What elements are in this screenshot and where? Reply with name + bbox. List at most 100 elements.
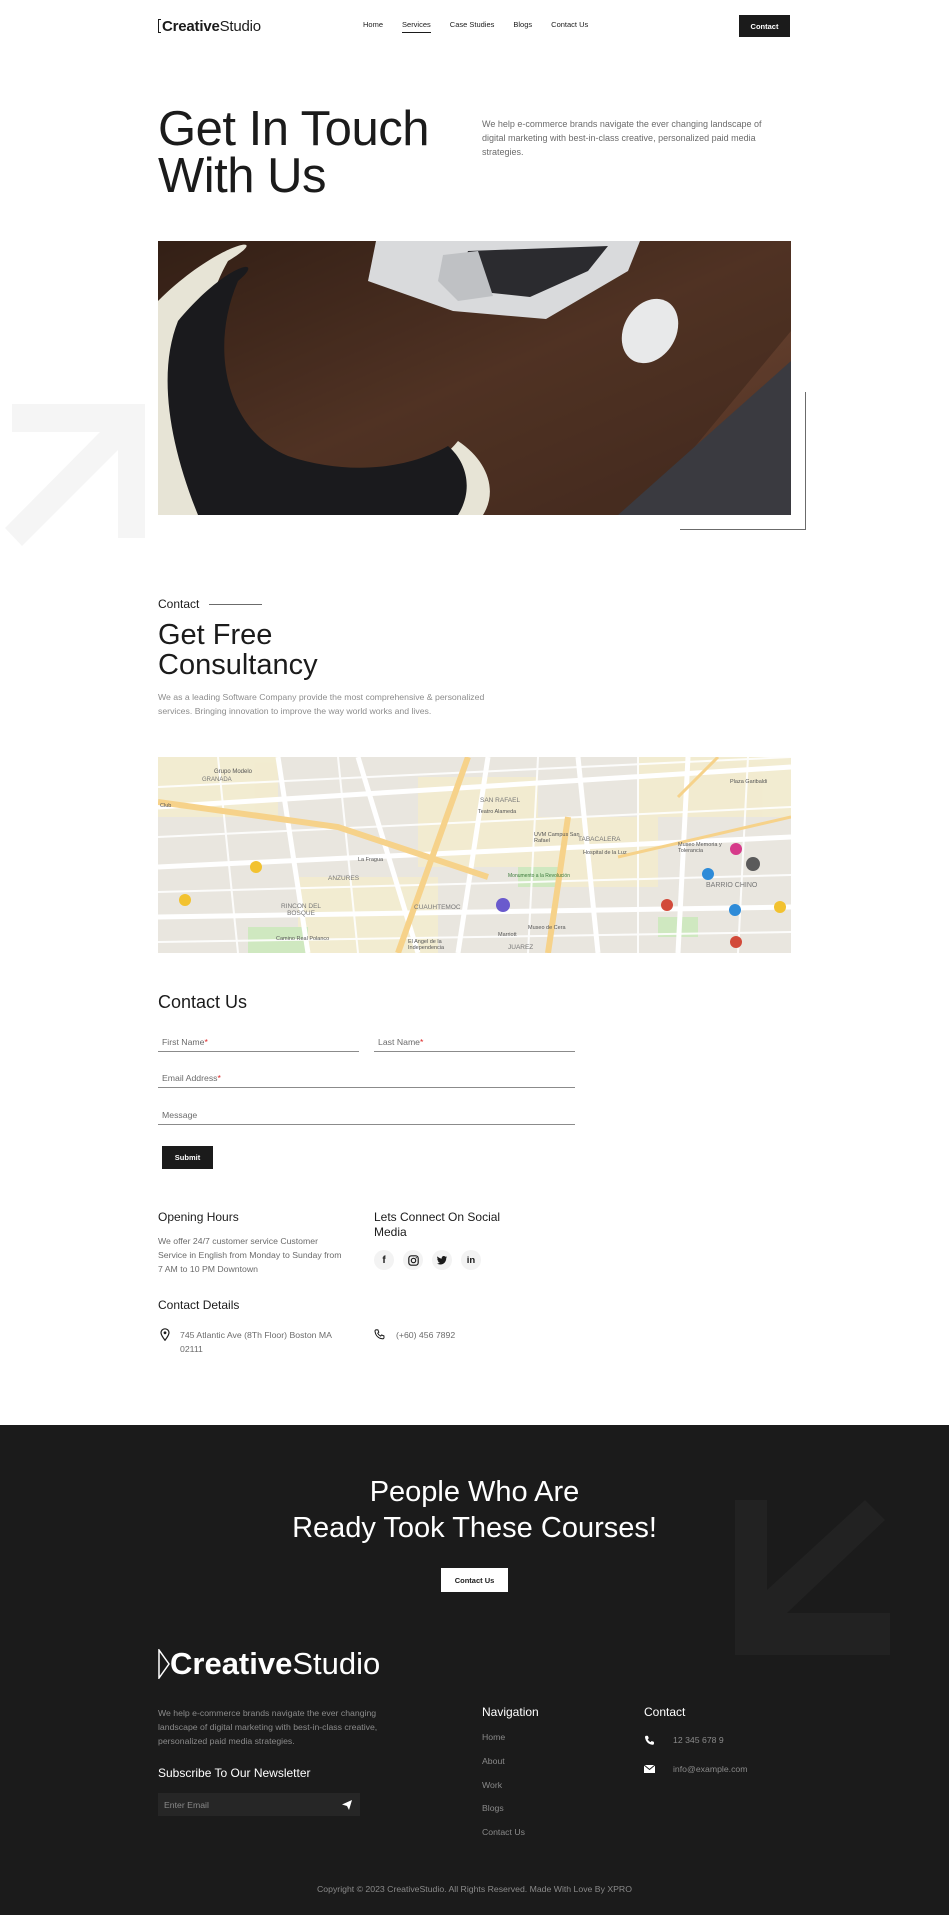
nav-case-studies[interactable]: Case Studies — [450, 20, 495, 33]
map-label: GRANADA — [202, 777, 232, 783]
footer-nav-about[interactable]: About — [482, 1756, 505, 1766]
page: CreativeStudio Home Services Case Studie… — [0, 0, 949, 1915]
map-label: La Fragua — [358, 857, 384, 863]
map-label: CUAUHTEMOC — [414, 904, 461, 911]
map-label: Hospital de la Luz — [583, 850, 627, 856]
eyebrow-line — [209, 603, 263, 605]
footer-phone-text[interactable]: 12 345 678 9 — [673, 1735, 724, 1745]
map-label: BARRIO CHINO — [706, 882, 758, 889]
map-roads — [158, 757, 791, 953]
map-label: UVM Campus San Rafael — [534, 832, 580, 844]
opening-hours-text: We offer 24/7 customer service Customer … — [158, 1236, 342, 1274]
footer-cta-title: People Who Are Ready Took These Courses! — [0, 1474, 949, 1546]
hero-title: Get In Touch With Us — [158, 102, 429, 203]
newsletter-form: Enter Email — [158, 1793, 360, 1816]
nav-services[interactable]: Services — [402, 20, 431, 33]
linkedin-icon[interactable]: in — [461, 1250, 481, 1270]
required-mark: * — [204, 1037, 208, 1047]
newsletter-title: Subscribe To Our Newsletter — [158, 1766, 311, 1780]
footer-nav-contact-us[interactable]: Contact Us — [482, 1827, 525, 1837]
hero-description: We help e-commerce brands navigate the e… — [482, 119, 762, 157]
contact-form-title: Contact Us — [158, 992, 248, 1012]
message-field[interactable]: Message — [158, 1110, 575, 1125]
consultancy-eyebrow: Contact — [158, 597, 263, 611]
consultancy-title: Get Free Consultancy — [158, 620, 318, 680]
map-label: Museo Memoria y Tolerancia — [678, 842, 722, 854]
nav-blogs[interactable]: Blogs — [513, 20, 532, 33]
consultancy-title-line2: Consultancy — [158, 649, 318, 681]
map-label: ANZURES — [328, 875, 360, 882]
footer-cta-line1: People Who Are — [369, 1476, 580, 1508]
footer-contact-button[interactable]: Contact Us — [441, 1568, 508, 1592]
map-label: El Angel de la Independencia — [408, 939, 445, 951]
map-label: Grupo Modelo — [214, 769, 253, 775]
footer-nav-home[interactable]: Home — [482, 1732, 505, 1742]
logo-bold-text: Creative — [162, 18, 220, 35]
map-label: JUAREZ — [508, 944, 534, 951]
logo-light-text: Studio — [219, 18, 262, 35]
nav-contact-us[interactable]: Contact Us — [551, 20, 588, 33]
footer-nav-blogs[interactable]: Blogs — [482, 1803, 504, 1813]
facebook-icon[interactable]: f — [374, 1250, 394, 1270]
message-placeholder: Message — [162, 1110, 198, 1120]
consultancy-title-line1: Get Free — [158, 619, 273, 651]
map-label: Plaza Garibaldi — [730, 779, 768, 785]
footer-contact-title: Contact — [644, 1705, 686, 1719]
footer-logo-bold: Creative — [170, 1646, 293, 1681]
first-name-field[interactable]: First Name* — [158, 1037, 359, 1052]
first-name-placeholder: First Name — [162, 1037, 205, 1047]
newsletter-email-input[interactable]: Enter Email — [164, 1800, 209, 1810]
footer-cta-line2: Ready Took These Courses! — [292, 1512, 657, 1544]
header-logo[interactable]: CreativeStudio — [158, 18, 261, 35]
header-contact-button[interactable]: Contact — [739, 15, 790, 37]
submit-button[interactable]: Submit — [162, 1146, 213, 1169]
location-map[interactable]: Grupo Modelo GRANADA SAN RAFAEL TABACALE… — [158, 757, 791, 953]
footer: People Who Are Ready Took These Courses!… — [0, 1425, 949, 1915]
address-text: 745 Atlantic Ave (8Th Floor) Boston MA 0… — [180, 1330, 332, 1354]
map-label: Museo de Cera — [528, 925, 566, 931]
phone-icon — [374, 1329, 385, 1340]
map-label: Monumento a la Revolución — [508, 873, 570, 879]
map-label: SAN RAFAEL — [480, 797, 521, 804]
footer-nav-title: Navigation — [482, 1705, 539, 1719]
map-label: Teatro Alameda — [478, 809, 517, 815]
social-title: Lets Connect On Social Media — [374, 1210, 501, 1239]
twitter-icon[interactable] — [432, 1250, 452, 1270]
nav-home[interactable]: Home — [363, 20, 383, 33]
required-mark: * — [420, 1037, 424, 1047]
logo-mark-icon — [158, 19, 161, 33]
phone-text[interactable]: (+60) 456 7892 — [396, 1328, 455, 1342]
instagram-icon[interactable] — [403, 1250, 423, 1270]
map-label: Marriott — [498, 932, 517, 938]
location-pin-icon — [160, 1328, 170, 1341]
footer-email-text[interactable]: info@example.com — [673, 1764, 748, 1774]
footer-mail-icon — [644, 1765, 655, 1773]
footer-logo-light: Studio — [292, 1646, 381, 1681]
footer-nav-work[interactable]: Work — [482, 1780, 502, 1790]
eyebrow-label: Contact — [158, 597, 200, 611]
map-label: TABACALERA — [578, 836, 621, 843]
email-field[interactable]: Email Address* — [158, 1073, 575, 1088]
footer-description: We help e-commerce brands navigate the e… — [158, 1708, 378, 1746]
footer-phone-icon — [644, 1735, 654, 1745]
required-mark: * — [217, 1073, 221, 1083]
copyright-text: Copyright © 2023 CreativeStudio. All Rig… — [317, 1884, 632, 1894]
last-name-field[interactable]: Last Name* — [374, 1037, 575, 1052]
hero-title-line1: Get In Touch — [158, 102, 429, 156]
map-label: Club — [160, 803, 172, 809]
opening-hours-title: Opening Hours — [158, 1210, 239, 1224]
arrow-up-right-watermark-icon — [5, 404, 145, 546]
consultancy-description: We as a leading Software Company provide… — [158, 692, 485, 716]
footer-logo-mark-icon — [158, 1647, 170, 1681]
footer-logo[interactable]: CreativeStudio — [158, 1646, 380, 1682]
last-name-placeholder: Last Name — [378, 1037, 421, 1047]
contact-details-title: Contact Details — [158, 1298, 240, 1312]
main-nav: Home Services Case Studies Blogs Contact… — [363, 20, 588, 33]
map-label: Camino Real Polanco — [276, 936, 330, 942]
email-placeholder: Email Address — [162, 1073, 218, 1083]
hero-title-line2: With Us — [158, 149, 326, 203]
send-icon[interactable] — [342, 1799, 352, 1810]
photo-frame-accent — [680, 392, 806, 530]
social-links: f in — [374, 1250, 481, 1270]
map-label: RINCON DEL BOSQUE — [280, 903, 322, 917]
